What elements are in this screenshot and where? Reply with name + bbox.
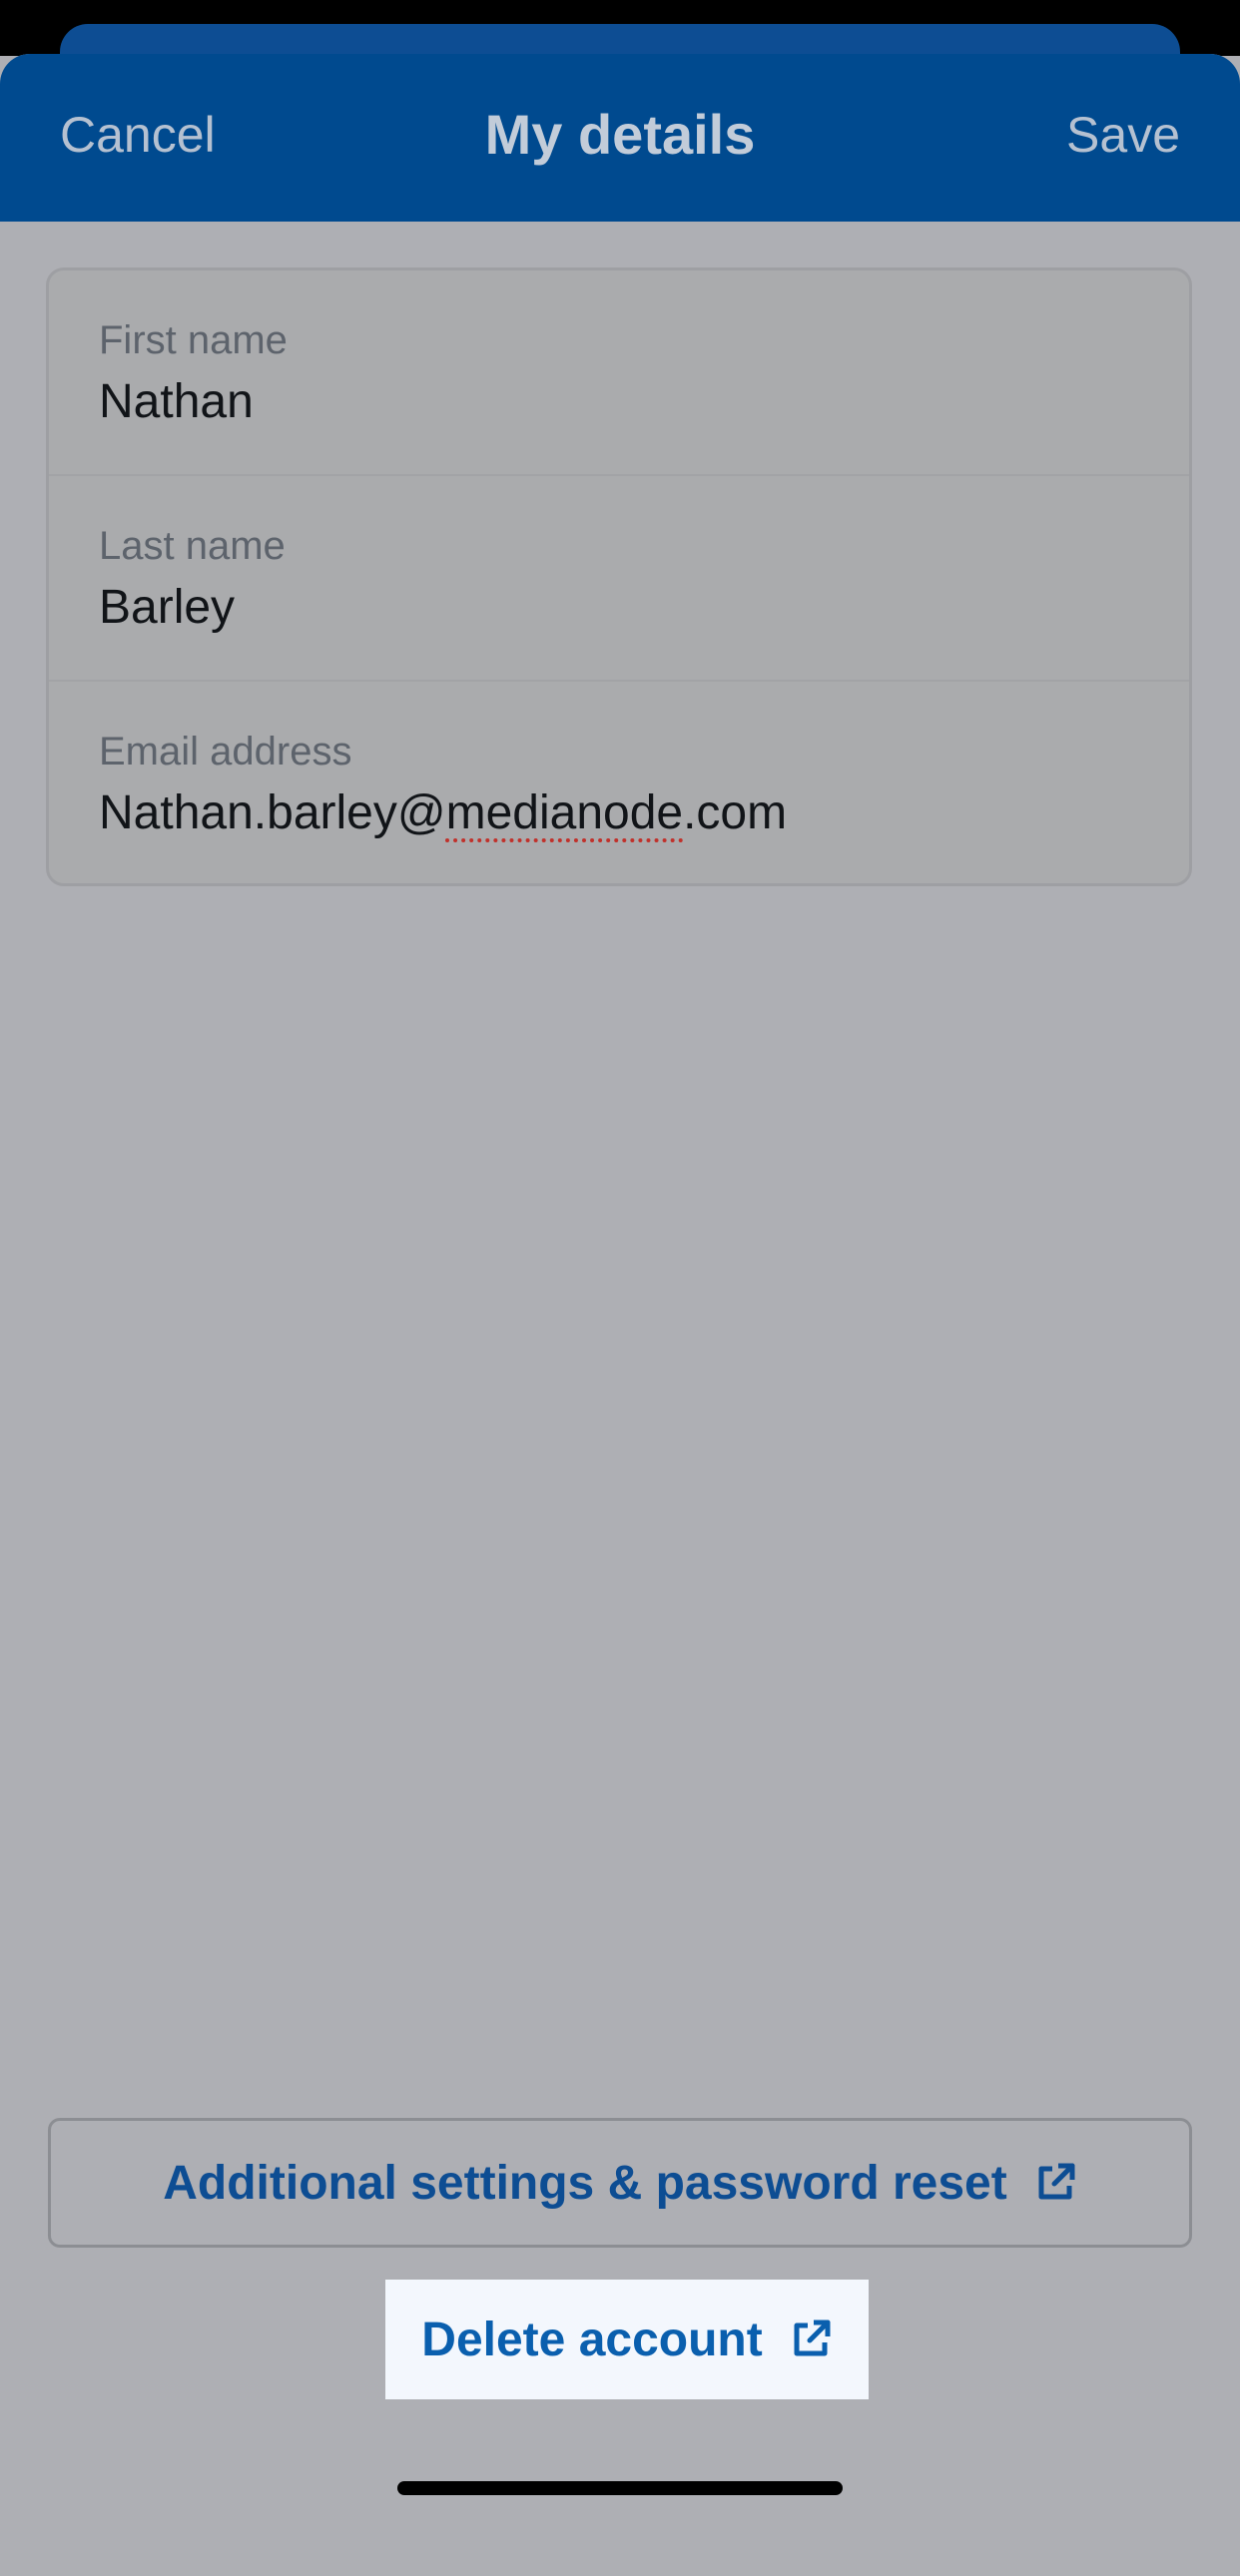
last-name-field[interactable]: Last name Barley [49, 476, 1189, 682]
email-value-suffix: .com [683, 786, 788, 839]
details-form: First name Nathan Last name Barley Email… [46, 267, 1192, 886]
email-input[interactable]: Nathan.barley@medianode.com [99, 785, 1137, 840]
external-link-icon [789, 2318, 833, 2361]
first-name-input[interactable]: Nathan [99, 374, 1137, 429]
external-link-icon [1033, 2161, 1077, 2205]
delete-account-button[interactable]: Delete account [385, 2280, 869, 2399]
home-indicator[interactable] [397, 2481, 843, 2495]
first-name-field[interactable]: First name Nathan [49, 270, 1189, 476]
email-value-spellcheck-flagged: medianode [445, 786, 684, 839]
last-name-label: Last name [99, 524, 286, 568]
header-bar: Cancel My details Save [0, 54, 1240, 222]
email-value-prefix: Nathan.barley@ [99, 786, 446, 839]
delete-account-label: Delete account [421, 2313, 763, 2366]
email-label: Email address [99, 730, 352, 773]
page-title: My details [484, 103, 756, 166]
additional-settings-button[interactable]: Additional settings & password reset [48, 2118, 1192, 2248]
first-name-label: First name [99, 318, 288, 362]
additional-settings-label: Additional settings & password reset [163, 2156, 1007, 2210]
last-name-input[interactable]: Barley [99, 580, 1137, 635]
save-button[interactable]: Save [1066, 106, 1180, 164]
email-field[interactable]: Email address Nathan.barley@medianode.co… [49, 682, 1189, 887]
